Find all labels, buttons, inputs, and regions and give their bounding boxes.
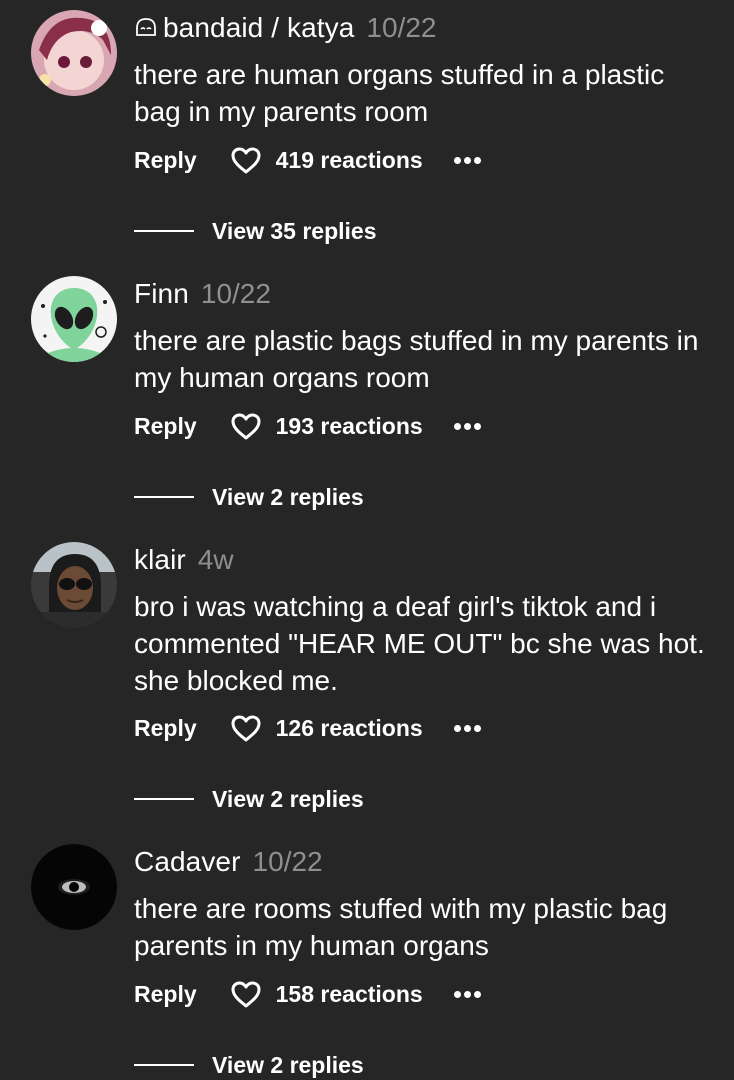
timestamp: 10/22 (252, 846, 323, 877)
reaction-count: 419 reactions (275, 146, 423, 173)
comment-item: Finn 10/22 there are plastic bags stuffe… (0, 266, 734, 526)
reply-button[interactable]: Reply (134, 147, 197, 174)
heart-icon (231, 981, 261, 1008)
timestamp: 10/22 (366, 12, 437, 43)
username[interactable]: klair (134, 544, 186, 576)
reactions-button[interactable]: 158 reactions (230, 980, 423, 1008)
reply-button[interactable]: Reply (134, 981, 197, 1008)
comment-text: there are plastic bags stuffed in my par… (134, 325, 699, 393)
reactions-button[interactable]: 193 reactions (230, 412, 423, 440)
avatar[interactable] (31, 10, 117, 96)
username[interactable]: Cadaver (134, 846, 241, 878)
reactions-button[interactable]: 419 reactions (230, 146, 423, 174)
heart-icon (231, 147, 261, 174)
view-replies-label: View 2 replies (212, 483, 364, 510)
comment-item: bandaid / katya 10/22 there are human or… (0, 0, 734, 260)
comment-text: there are rooms stuffed with my plastic … (134, 893, 668, 961)
avatar[interactable] (31, 542, 117, 628)
heart-icon (231, 715, 261, 742)
avatar[interactable] (31, 276, 117, 362)
reaction-count: 193 reactions (275, 412, 423, 439)
divider-line (134, 1064, 194, 1066)
divider-line (134, 798, 194, 800)
more-dots-icon[interactable] (453, 156, 484, 164)
comment-item: Cadaver 10/22 there are rooms stuffed wi… (0, 834, 734, 1080)
timestamp: 10/22 (200, 278, 271, 309)
comment-text: bro i was watching a deaf girl's tiktok … (134, 591, 705, 696)
view-replies-button[interactable]: View 2 replies (134, 482, 364, 512)
timestamp: 4w (197, 544, 234, 575)
view-replies-button[interactable]: View 35 replies (134, 216, 377, 246)
reactions-button[interactable]: 126 reactions (230, 714, 423, 742)
username[interactable]: bandaid / katya (134, 12, 354, 44)
emoticon-icon (136, 18, 156, 36)
divider-line (134, 230, 194, 232)
view-replies-button[interactable]: View 2 replies (134, 1050, 364, 1080)
view-replies-label: View 35 replies (212, 217, 377, 244)
more-dots-icon[interactable] (453, 422, 484, 430)
comment-text: there are human organs stuffed in a plas… (134, 59, 665, 127)
heart-icon (231, 413, 261, 440)
view-replies-label: View 2 replies (212, 1051, 364, 1078)
avatar[interactable] (31, 844, 117, 930)
reaction-count: 158 reactions (275, 980, 423, 1007)
more-dots-icon[interactable] (453, 724, 484, 732)
view-replies-label: View 2 replies (212, 785, 364, 812)
divider-line (134, 496, 194, 498)
more-dots-icon[interactable] (453, 990, 484, 998)
reaction-count: 126 reactions (275, 714, 423, 741)
reply-button[interactable]: Reply (134, 715, 197, 742)
comment-item: klair 4w bro i was watching a deaf girl'… (0, 532, 734, 832)
username[interactable]: Finn (134, 278, 189, 310)
reply-button[interactable]: Reply (134, 413, 197, 440)
username-text: bandaid / katya (163, 12, 355, 43)
view-replies-button[interactable]: View 2 replies (134, 784, 364, 814)
